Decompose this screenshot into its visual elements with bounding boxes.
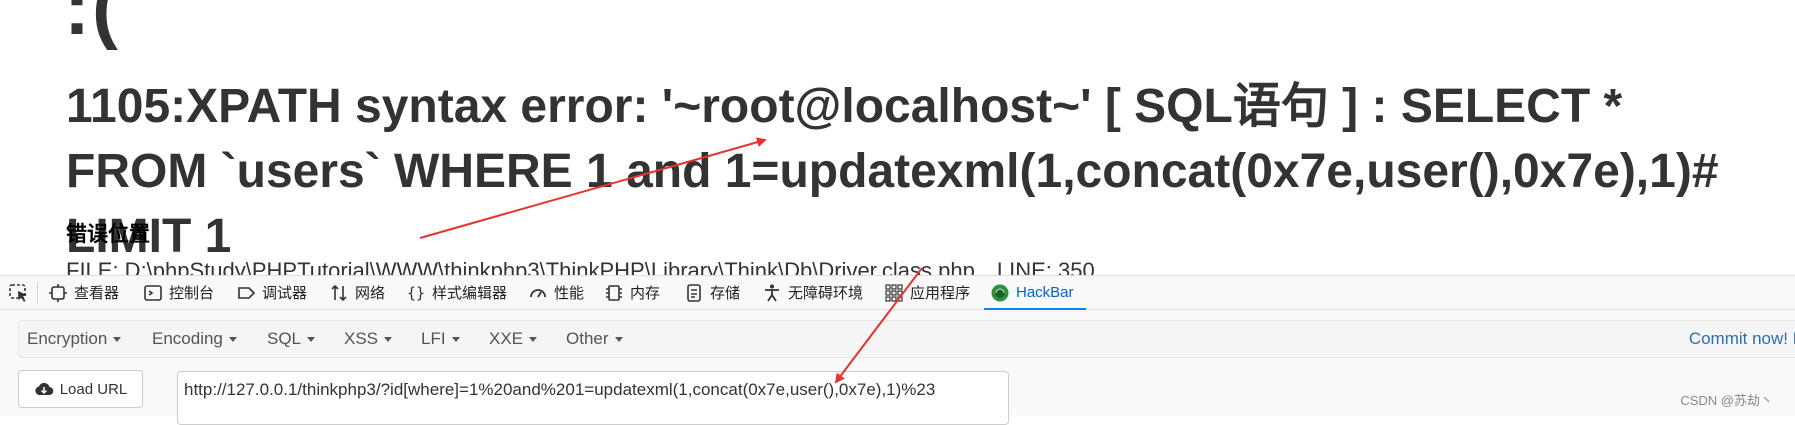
memory-icon	[604, 283, 624, 303]
tab-hackbar[interactable]: HackBar	[984, 276, 1085, 310]
console-icon	[143, 283, 163, 303]
chevron-down-icon	[614, 336, 623, 342]
tab-label: 无障碍环境	[788, 285, 864, 302]
load-url-button[interactable]: Load URL	[18, 370, 143, 408]
menu-sql[interactable]: SQL	[267, 321, 316, 357]
tab-inspector[interactable]: 查看器	[48, 276, 119, 309]
performance-icon	[528, 283, 548, 303]
devtools-toolbar: 查看器 控制台 调试器 网络 {} 样式编辑器 性能 内存 存储 无障碍环境 应…	[0, 275, 1795, 310]
tab-label: 内存	[630, 285, 661, 302]
tab-label: 存储	[710, 285, 741, 302]
tab-label: 调试器	[262, 285, 308, 302]
url-textarea[interactable]: http://127.0.0.1/thinkphp3/?id[where]=1%…	[177, 371, 1009, 425]
chevron-down-icon	[384, 336, 393, 342]
menu-encryption[interactable]: Encryption	[27, 321, 122, 357]
tab-memory[interactable]: 内存	[604, 276, 660, 309]
storage-icon	[684, 283, 704, 303]
tab-label: 应用程序	[910, 285, 971, 302]
application-icon	[884, 283, 904, 303]
menu-label: Encryption	[27, 329, 108, 348]
tab-label: 控制台	[169, 285, 215, 302]
error-file-line: FILE: D:\phpStudy\PHPTutorial\WWW\thinkp…	[66, 258, 1095, 275]
chevron-down-icon	[451, 336, 460, 342]
load-url-label: Load URL	[59, 380, 128, 398]
inspector-icon	[48, 283, 68, 303]
menu-other[interactable]: Other	[566, 321, 623, 357]
svg-text:{}: {}	[407, 284, 425, 302]
chevron-down-icon	[113, 336, 122, 342]
tab-label: HackBar	[1016, 284, 1074, 301]
tab-application[interactable]: 应用程序	[884, 276, 970, 309]
error-page: :( 1105:XPATH syntax error: '~root@local…	[0, 0, 1795, 275]
menu-xxe[interactable]: XXE	[489, 321, 538, 357]
element-picker-icon[interactable]	[8, 283, 30, 303]
chevron-down-icon	[529, 336, 538, 342]
toolbar-separator	[37, 282, 38, 304]
hackbar-panel: Encryption Encoding SQL XSS LFI XXE Othe…	[0, 310, 1795, 425]
menu-label: LFI	[421, 329, 446, 348]
menu-label: XXE	[489, 329, 524, 348]
commit-now-link[interactable]: Commit now! H	[1689, 321, 1795, 357]
hackbar-menubar: Encryption Encoding SQL XSS LFI XXE Othe…	[18, 320, 1795, 358]
tab-console[interactable]: 控制台	[143, 276, 214, 309]
tab-storage[interactable]: 存储	[684, 276, 740, 309]
menu-encoding[interactable]: Encoding	[152, 321, 237, 357]
tab-label: 网络	[355, 285, 386, 302]
menu-label: SQL	[267, 329, 302, 348]
error-message: 1105:XPATH syntax error: '~root@localhos…	[66, 80, 1719, 263]
tab-label: 性能	[554, 285, 585, 302]
menu-lfi[interactable]: LFI	[421, 321, 460, 357]
tab-label: 查看器	[74, 285, 120, 302]
tab-style-editor[interactable]: {} 样式编辑器	[406, 276, 507, 309]
tab-performance[interactable]: 性能	[528, 276, 584, 309]
cloud-download-icon	[35, 382, 53, 396]
tab-network[interactable]: 网络	[329, 276, 385, 309]
csdn-watermark: CSDN @苏劫丶	[1680, 393, 1773, 408]
sad-face: :(	[64, 0, 120, 51]
chevron-down-icon	[307, 336, 316, 342]
menu-label: Encoding	[152, 329, 223, 348]
menu-xss[interactable]: XSS	[344, 321, 393, 357]
style-editor-icon: {}	[406, 283, 426, 303]
chevron-down-icon	[228, 336, 237, 342]
menu-label: Other	[566, 329, 609, 348]
network-icon	[329, 283, 349, 303]
tab-debugger[interactable]: 调试器	[236, 276, 307, 309]
menu-label: XSS	[344, 329, 379, 348]
tab-label: 样式编辑器	[432, 285, 508, 302]
debugger-icon	[236, 283, 256, 303]
tab-accessibility[interactable]: 无障碍环境	[762, 276, 863, 309]
hackbar-icon	[990, 283, 1010, 303]
accessibility-icon	[762, 283, 782, 303]
error-position-title: 错误位置	[66, 223, 150, 246]
